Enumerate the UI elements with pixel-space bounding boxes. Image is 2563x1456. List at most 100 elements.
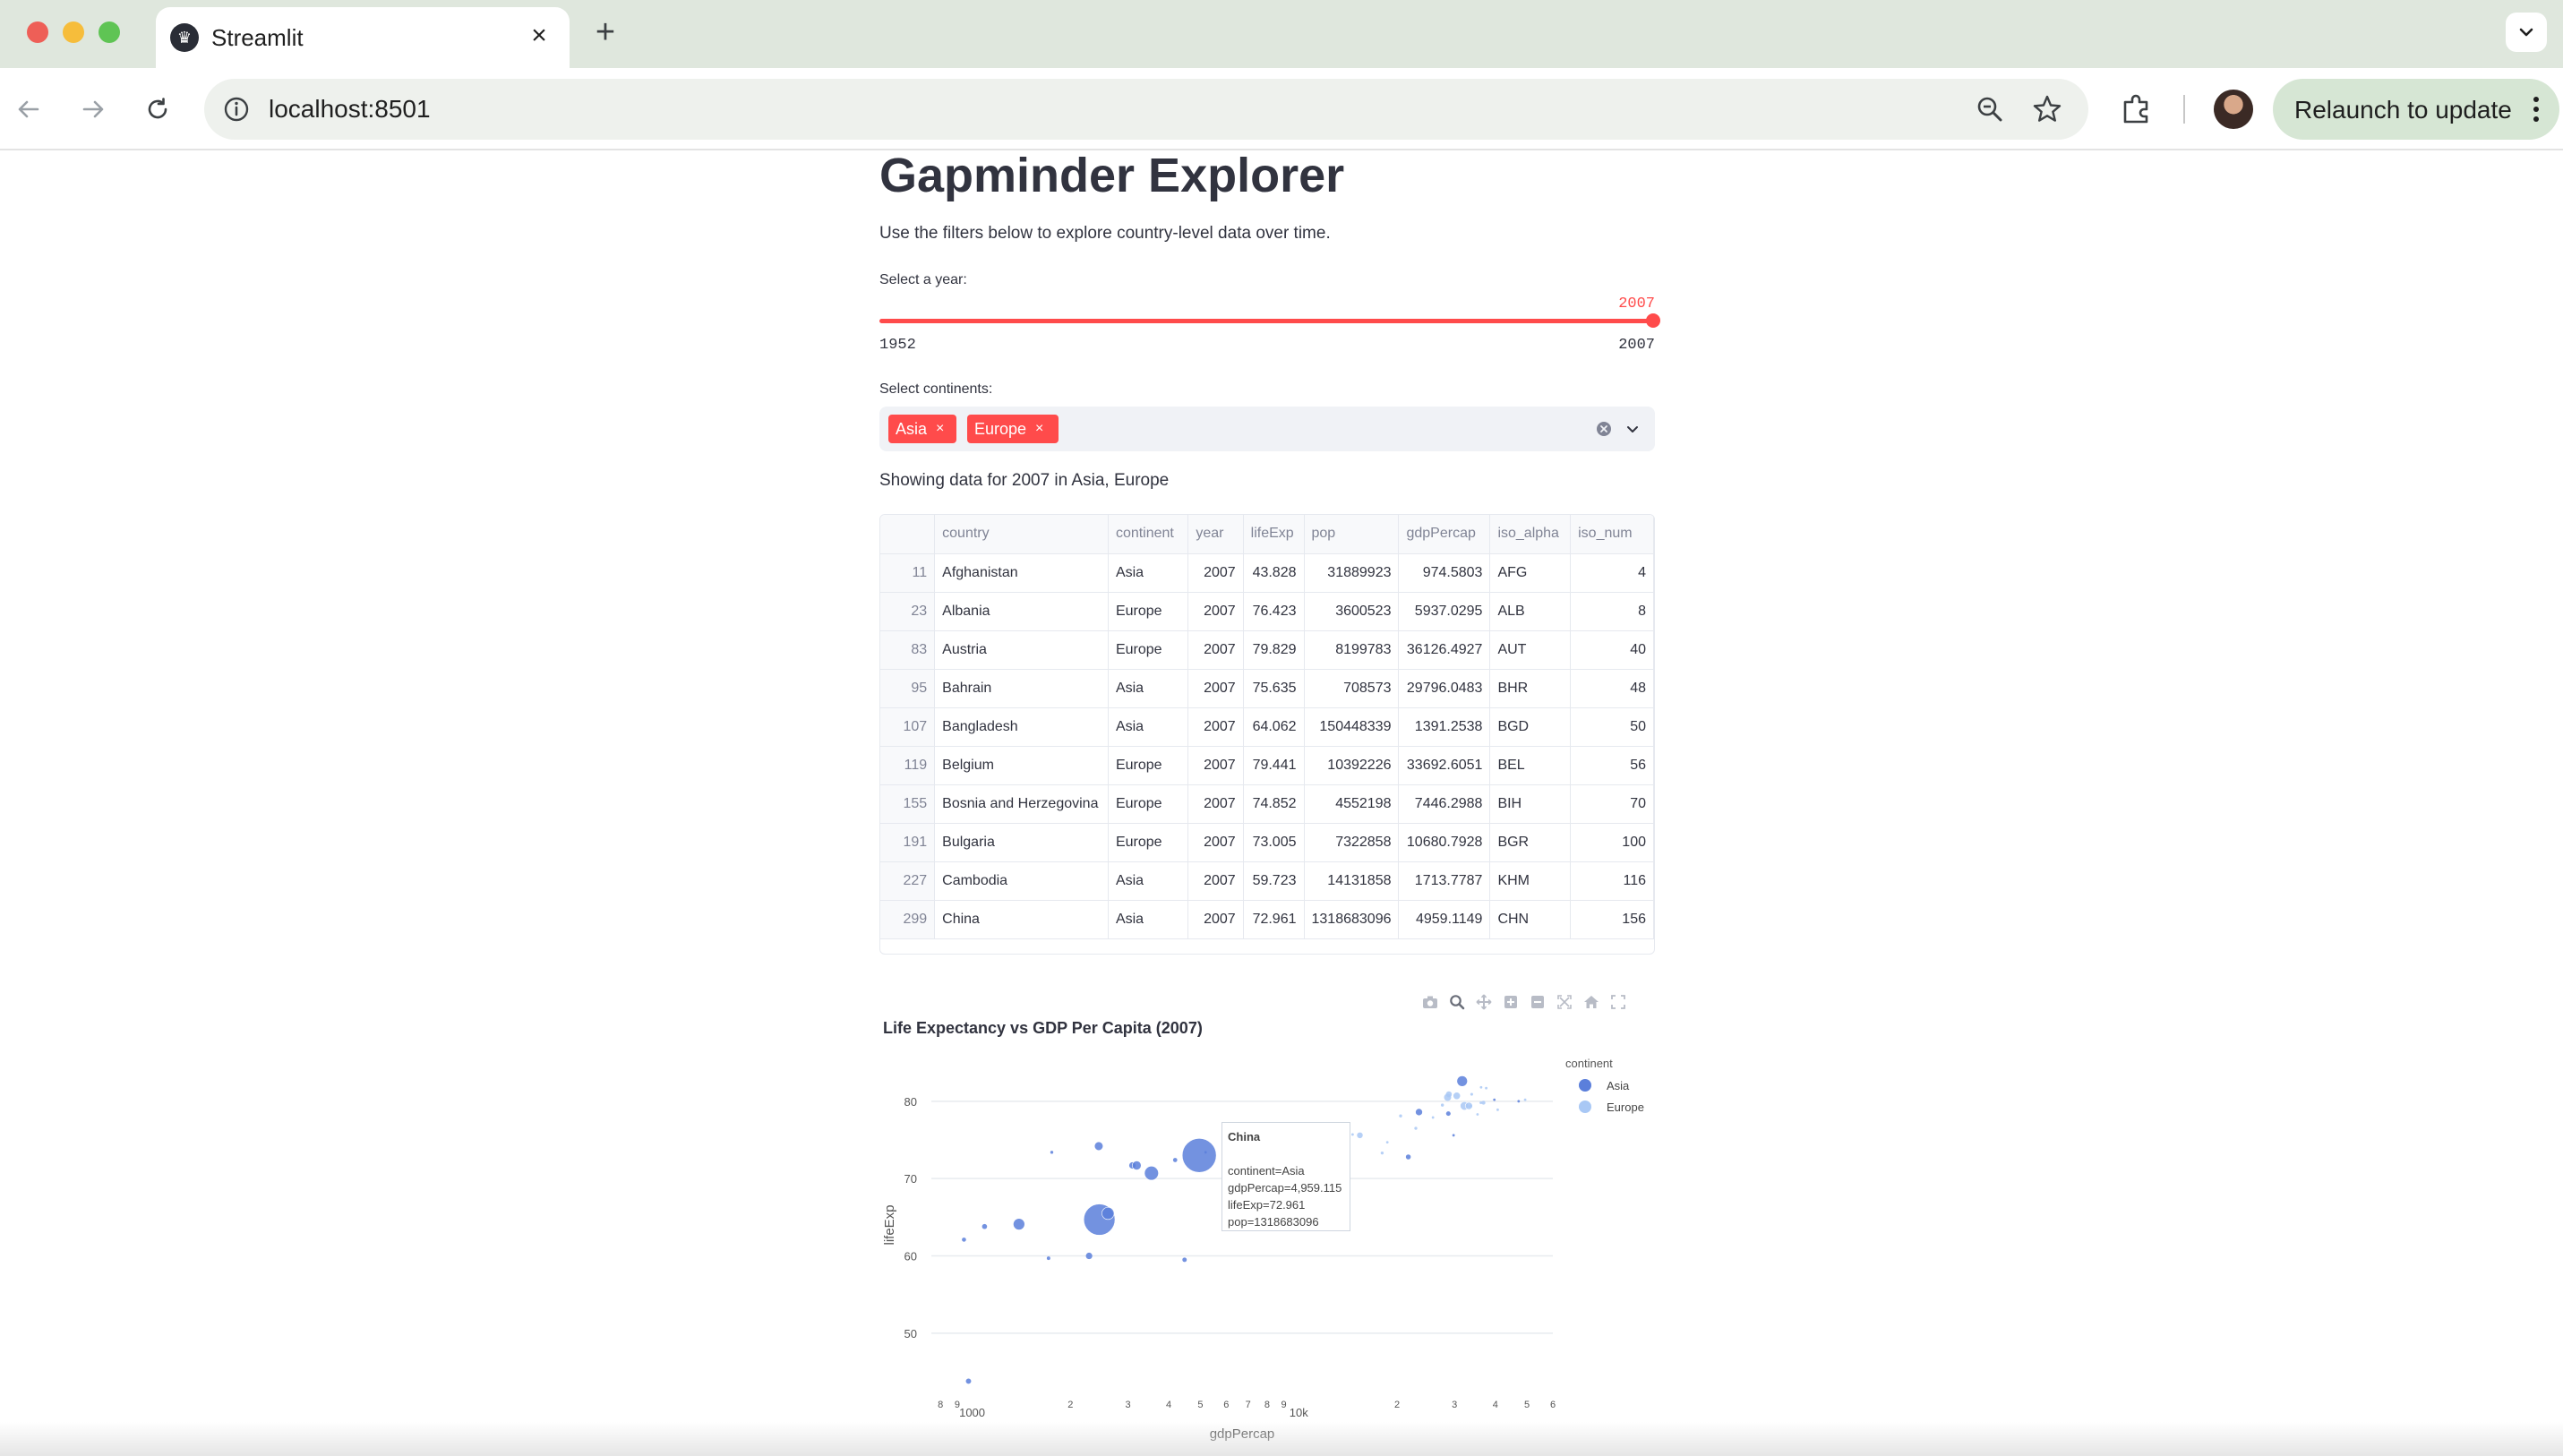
table-cell[interactable]: Asia bbox=[1108, 707, 1189, 747]
table-cell[interactable]: Europe bbox=[1108, 784, 1189, 824]
table-cell[interactable]: 33692.6051 bbox=[1398, 746, 1491, 785]
continent-multiselect[interactable]: Asia × Europe × bbox=[879, 407, 1655, 451]
table-cell[interactable]: 2007 bbox=[1187, 823, 1244, 862]
table-row[interactable]: 155 Bosnia and Herzegovina Europe 2007 74.85… bbox=[880, 784, 1654, 824]
data-point[interactable] bbox=[1182, 1257, 1187, 1263]
data-point[interactable] bbox=[1405, 1154, 1411, 1160]
data-point[interactable] bbox=[1456, 1075, 1468, 1087]
data-point[interactable] bbox=[1181, 1137, 1217, 1173]
reload-button[interactable] bbox=[136, 88, 179, 131]
table-cell[interactable]: KHM bbox=[1489, 861, 1572, 901]
table-cell[interactable]: BHR bbox=[1489, 669, 1572, 708]
data-point[interactable] bbox=[962, 1238, 966, 1242]
reset-home-icon[interactable] bbox=[1578, 990, 1605, 1014]
table-cell[interactable]: Albania bbox=[934, 592, 1109, 631]
table-cell[interactable]: 1713.7787 bbox=[1398, 861, 1491, 901]
data-point[interactable] bbox=[1452, 1134, 1455, 1137]
table-cell[interactable]: 2007 bbox=[1187, 861, 1244, 901]
table-cell[interactable]: 70 bbox=[1570, 784, 1654, 824]
back-button[interactable] bbox=[7, 88, 50, 131]
data-point[interactable] bbox=[1046, 1256, 1050, 1261]
row-index-cell[interactable]: 155 bbox=[880, 784, 936, 824]
chip-remove-button[interactable]: × bbox=[936, 421, 944, 437]
table-cell[interactable]: 10680.7928 bbox=[1398, 823, 1491, 862]
tab-close-button[interactable]: × bbox=[523, 20, 555, 52]
window-close-button[interactable] bbox=[27, 21, 48, 43]
data-point[interactable] bbox=[1085, 1252, 1093, 1260]
table-cell[interactable]: Bulgaria bbox=[934, 823, 1109, 862]
bookmark-star-icon[interactable] bbox=[2029, 91, 2065, 127]
table-cell[interactable]: 8 bbox=[1570, 592, 1654, 631]
forward-button[interactable] bbox=[72, 88, 115, 131]
data-point[interactable] bbox=[1464, 1101, 1473, 1110]
data-point[interactable] bbox=[1013, 1218, 1025, 1230]
data-point[interactable] bbox=[965, 1378, 972, 1384]
clear-all-icon[interactable] bbox=[1596, 421, 1612, 437]
table-row[interactable]: 119 Belgium Europe 2007 79.441 10392226 33692.… bbox=[880, 746, 1654, 785]
table-cell[interactable]: 50 bbox=[1570, 707, 1654, 747]
data-point[interactable] bbox=[1453, 1092, 1462, 1101]
data-point[interactable] bbox=[1523, 1098, 1527, 1101]
data-point[interactable] bbox=[1493, 1098, 1496, 1101]
row-index-cell[interactable]: 227 bbox=[880, 861, 936, 901]
column-header[interactable]: continent bbox=[1108, 515, 1189, 554]
year-slider-thumb[interactable] bbox=[1646, 313, 1660, 328]
data-point[interactable] bbox=[1414, 1126, 1418, 1130]
table-cell[interactable]: 1318683096 bbox=[1304, 900, 1400, 939]
table-cell[interactable]: Bangladesh bbox=[934, 707, 1109, 747]
table-cell[interactable]: Europe bbox=[1108, 630, 1189, 670]
table-cell[interactable]: Cambodia bbox=[934, 861, 1109, 901]
scatter-chart[interactable]: 506070808910002345678910k23456gdpPercapl… bbox=[879, 1046, 1655, 1456]
camera-icon[interactable] bbox=[1417, 990, 1444, 1014]
table-cell[interactable]: 48 bbox=[1570, 669, 1654, 708]
table-cell[interactable]: 72.961 bbox=[1243, 900, 1305, 939]
data-point[interactable] bbox=[1350, 1133, 1354, 1136]
table-row[interactable]: 191 Bulgaria Europe 2007 73.005 7322858 10680.… bbox=[880, 823, 1654, 862]
data-point[interactable] bbox=[1481, 1101, 1486, 1105]
table-cell[interactable]: 2007 bbox=[1187, 669, 1244, 708]
data-point[interactable] bbox=[1204, 1151, 1207, 1154]
table-cell[interactable]: 116 bbox=[1570, 861, 1654, 901]
table-cell[interactable]: 76.423 bbox=[1243, 592, 1305, 631]
data-point[interactable] bbox=[1479, 1085, 1483, 1089]
data-point[interactable] bbox=[1144, 1166, 1159, 1181]
table-cell[interactable]: 4 bbox=[1570, 553, 1654, 593]
table-cell[interactable]: 2007 bbox=[1187, 900, 1244, 939]
table-cell[interactable]: 73.005 bbox=[1243, 823, 1305, 862]
data-point[interactable] bbox=[1476, 1113, 1479, 1116]
table-cell[interactable]: CHN bbox=[1489, 900, 1572, 939]
tab-search-button[interactable] bbox=[2506, 13, 2547, 52]
data-point[interactable] bbox=[1445, 1111, 1451, 1117]
window-minimize-button[interactable] bbox=[63, 21, 84, 43]
table-cell[interactable]: 14131858 bbox=[1304, 861, 1400, 901]
table-cell[interactable]: 4959.1149 bbox=[1398, 900, 1491, 939]
table-cell[interactable]: Europe bbox=[1108, 592, 1189, 631]
table-cell[interactable]: ALB bbox=[1489, 592, 1572, 631]
row-index-cell[interactable]: 107 bbox=[880, 707, 936, 747]
row-index-cell[interactable]: 11 bbox=[880, 553, 936, 593]
table-cell[interactable]: 3600523 bbox=[1304, 592, 1400, 631]
data-point[interactable] bbox=[1496, 1108, 1499, 1111]
zoom-out-icon[interactable] bbox=[1972, 91, 2008, 127]
table-cell[interactable]: 10392226 bbox=[1304, 746, 1400, 785]
column-header[interactable]: country bbox=[934, 515, 1109, 554]
data-point[interactable] bbox=[1431, 1116, 1435, 1119]
table-cell[interactable]: 708573 bbox=[1304, 669, 1400, 708]
table-cell[interactable]: 36126.4927 bbox=[1398, 630, 1491, 670]
row-index-cell[interactable]: 95 bbox=[880, 669, 936, 708]
zoom-out-icon[interactable] bbox=[1524, 990, 1551, 1014]
table-row[interactable]: 299 China Asia 2007 72.961 1318683096 4959.114… bbox=[880, 900, 1654, 939]
table-cell[interactable]: 4552198 bbox=[1304, 784, 1400, 824]
table-cell[interactable]: Asia bbox=[1108, 669, 1189, 708]
table-cell[interactable]: Europe bbox=[1108, 746, 1189, 785]
year-slider-track[interactable] bbox=[879, 319, 1655, 323]
column-header[interactable]: iso_alpha bbox=[1489, 515, 1572, 554]
data-point[interactable] bbox=[1399, 1114, 1402, 1118]
window-zoom-button[interactable] bbox=[99, 21, 120, 43]
browser-tab[interactable]: ♛ Streamlit × bbox=[156, 7, 570, 68]
table-cell[interactable]: BIH bbox=[1489, 784, 1572, 824]
data-point[interactable] bbox=[1050, 1151, 1054, 1154]
table-cell[interactable]: Asia bbox=[1108, 900, 1189, 939]
table-cell[interactable]: Asia bbox=[1108, 553, 1189, 593]
table-cell[interactable]: 43.828 bbox=[1243, 553, 1305, 593]
